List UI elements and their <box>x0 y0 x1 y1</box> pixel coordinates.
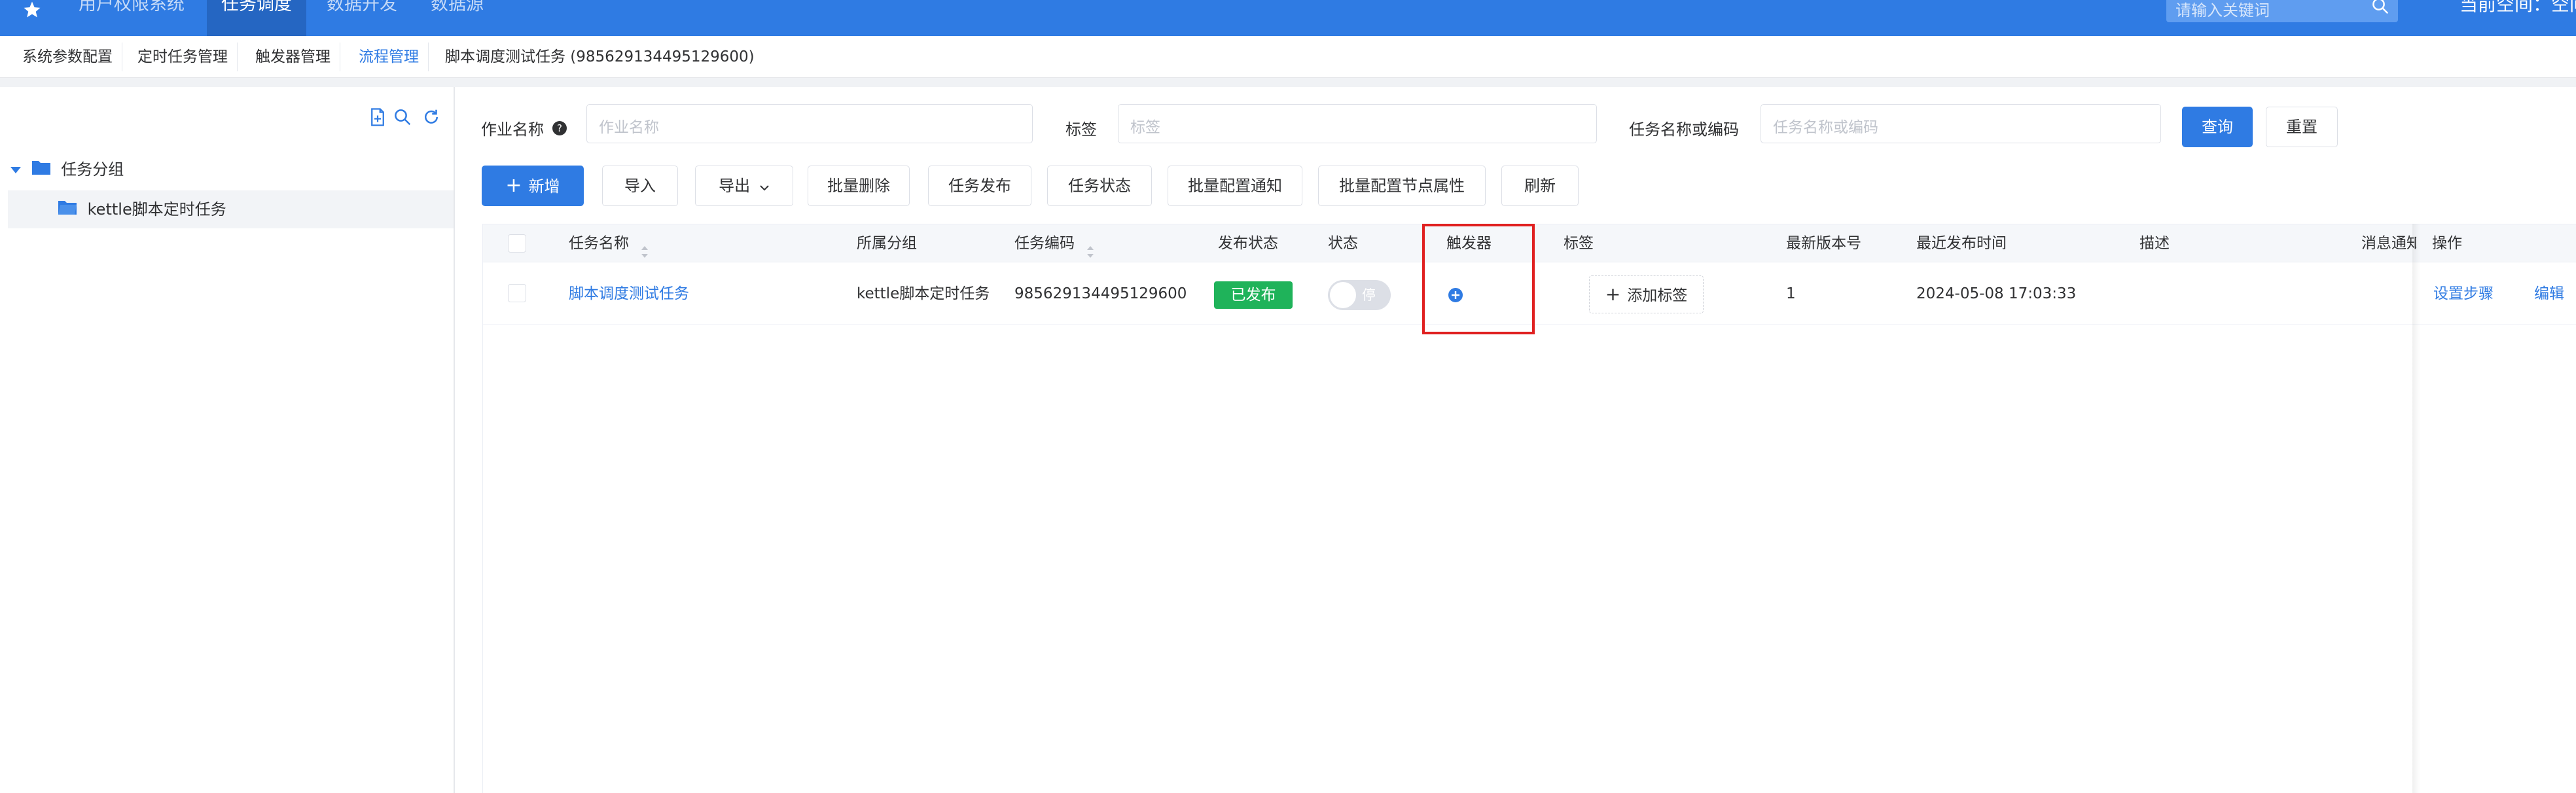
task-group-cell: kettle脚本定时任务 <box>857 285 990 302</box>
tag-label: 标签 <box>1065 120 1097 139</box>
add-file-icon[interactable] <box>368 107 389 129</box>
tab-scheduled-tasks[interactable]: 定时任务管理 <box>128 43 238 71</box>
header-message-notify: 消息通知 <box>2361 235 2416 252</box>
header-description: 描述 <box>2139 235 2170 252</box>
add-tag-button[interactable]: + 添加标签 <box>1589 275 1704 313</box>
tree-node-task-group[interactable]: 任务分组 <box>9 156 124 183</box>
header-status: 状态 <box>1328 235 1358 252</box>
svg-text:?: ? <box>557 122 562 134</box>
add-button[interactable]: + 新增 <box>482 166 584 206</box>
header-group: 所属分组 <box>857 235 917 252</box>
tab-flow-management[interactable]: 流程管理 <box>349 43 429 71</box>
published-badge: 已发布 <box>1214 281 1293 309</box>
top-navbar: 用户权限系统 任务调度 数据开发 数据源 请输入关键词 当前空间：空间 <box>0 0 2576 36</box>
task-table: 任务名称 所属分组 任务编码 发布状态 状态 触发器 标签 最新版本号 最近发布… <box>482 224 2576 793</box>
nav-data-source[interactable]: 数据源 <box>416 0 498 36</box>
tab-script-task[interactable]: 脚本调度测试任务 (985629134495129600) <box>436 43 764 71</box>
batch-notify-button[interactable]: 批量配置通知 <box>1168 166 1302 206</box>
tab-trigger-management[interactable]: 触发器管理 <box>246 43 340 71</box>
nav-task-scheduling[interactable]: 任务调度 <box>207 0 306 36</box>
edit-link[interactable]: 编辑 <box>2534 262 2564 325</box>
header-operations: 操作 <box>2432 235 2462 252</box>
publish-time-cell: 2024-05-08 17:03:33 <box>1916 285 2077 302</box>
task-group-sidebar: 任务分组 kettle脚本定时任务 <box>0 87 455 793</box>
query-button[interactable]: 查询 <box>2182 107 2253 147</box>
nav-user-permission[interactable]: 用户权限系统 <box>64 0 199 36</box>
header-publish-status: 发布状态 <box>1218 235 1278 252</box>
nav-data-development[interactable]: 数据开发 <box>312 0 412 36</box>
task-publish-button[interactable]: 任务发布 <box>928 166 1031 206</box>
header-latest-version: 最新版本号 <box>1786 235 1861 252</box>
search-icon[interactable] <box>2370 0 2390 16</box>
help-icon[interactable]: ? <box>552 120 567 140</box>
refresh-icon[interactable] <box>421 107 442 129</box>
trigger-column-highlight <box>1422 224 1535 334</box>
chevron-down-icon <box>759 167 770 206</box>
toggle-text: 停 <box>1362 287 1376 303</box>
import-button[interactable]: 导入 <box>602 166 678 206</box>
task-name-link[interactable]: 脚本调度测试任务 <box>569 262 689 325</box>
task-name-code-input[interactable]: 任务名称或编码 <box>1761 104 2161 143</box>
task-code-cell: 985629134495129600 <box>1014 285 1187 302</box>
select-all-checkbox[interactable] <box>508 234 526 253</box>
star-icon[interactable] <box>21 0 47 18</box>
header-task-name[interactable]: 任务名称 <box>569 224 649 263</box>
page-tabs: 系统参数配置 定时任务管理 触发器管理 流程管理 脚本调度测试任务 (98562… <box>0 36 2576 78</box>
search-icon[interactable] <box>393 107 414 129</box>
version-cell: 1 <box>1786 285 1796 302</box>
plus-icon: + <box>1605 283 1621 305</box>
job-name-input[interactable]: 作业名称 <box>586 104 1033 143</box>
status-toggle[interactable]: 停 <box>1328 280 1391 310</box>
header-latest-publish-time: 最近发布时间 <box>1916 235 2007 252</box>
batch-node-attr-button[interactable]: 批量配置节点属性 <box>1318 166 1486 206</box>
tab-system-params[interactable]: 系统参数配置 <box>13 43 122 71</box>
sort-icon[interactable] <box>1086 236 1095 258</box>
task-status-button[interactable]: 任务状态 <box>1047 166 1152 206</box>
task-name-code-label: 任务名称或编码 <box>1629 120 1739 139</box>
current-space-label[interactable]: 当前空间：空间 <box>2460 0 2576 14</box>
export-button[interactable]: 导出 <box>695 166 793 206</box>
header-task-code[interactable]: 任务编码 <box>1014 224 1095 263</box>
plus-icon: + <box>505 174 522 197</box>
divider-strip <box>0 78 2576 87</box>
tag-input[interactable]: 标签 <box>1118 104 1597 143</box>
global-search-input[interactable]: 请输入关键词 <box>2166 0 2398 22</box>
folder-open-icon <box>58 191 77 229</box>
tree-label: kettle脚本定时任务 <box>87 200 226 219</box>
reset-button[interactable]: 重置 <box>2266 107 2338 147</box>
search-placeholder: 请输入关键词 <box>2175 1 2270 20</box>
caret-down-icon[interactable] <box>9 157 22 183</box>
batch-delete-button[interactable]: 批量删除 <box>808 166 910 206</box>
folder-icon <box>31 157 51 183</box>
tree-node-kettle[interactable]: kettle脚本定时任务 <box>8 190 454 228</box>
job-name-label: 作业名称 ? <box>481 116 567 140</box>
header-tag: 标签 <box>1564 235 1594 252</box>
set-steps-link[interactable]: 设置步骤 <box>2433 262 2494 325</box>
toggle-knob <box>1330 282 1356 308</box>
refresh-button[interactable]: 刷新 <box>1501 166 1579 206</box>
sort-icon[interactable] <box>640 236 649 258</box>
tree-label: 任务分组 <box>61 160 124 179</box>
row-checkbox[interactable] <box>508 284 526 302</box>
fixed-column-shadow <box>2412 224 2420 793</box>
